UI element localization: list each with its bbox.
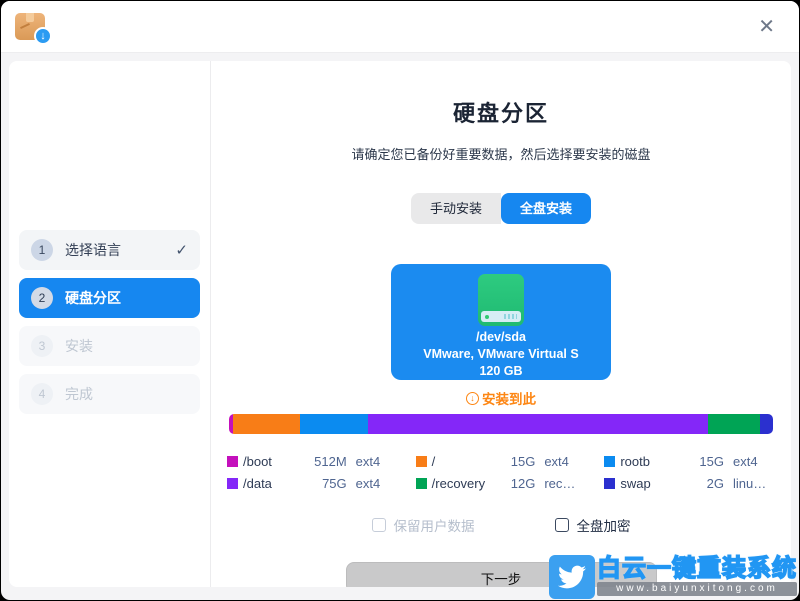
legend-item-boot: /boot 512M ext4 [227, 454, 398, 469]
install-here-indicator: ↓ 安装到此 [211, 388, 791, 408]
color-swatch [604, 478, 615, 489]
legend-item-data: /data 75G ext4 [227, 476, 398, 491]
install-here-label: 安装到此 [482, 388, 536, 408]
sidebar-item-select-language[interactable]: 1 选择语言 ✓ [19, 230, 200, 270]
color-swatch [604, 456, 615, 467]
step-number: 3 [31, 335, 53, 357]
partition-segment [233, 414, 299, 434]
step-number: 2 [31, 287, 53, 309]
disk-size: 120 GB [391, 364, 611, 378]
down-arrow-circle-icon: ↓ [466, 392, 479, 405]
tab-full-disk-install[interactable]: 全盘安装 [501, 193, 591, 224]
watermark-brand: 白云一键重装系统 [597, 555, 797, 584]
titlebar: ↓ ✕ [1, 1, 799, 53]
partition-bar [229, 414, 773, 434]
legend-item-rootb: rootb 15G ext4 [604, 454, 775, 469]
drive-led-icon [485, 315, 489, 319]
close-icon[interactable]: ✕ [758, 17, 775, 37]
full-disk-encryption-option[interactable]: 全盘加密 [555, 515, 631, 535]
page-title: 硬盘分区 [211, 96, 791, 128]
step-number: 1 [31, 239, 53, 261]
tab-manual-install[interactable]: 手动安装 [411, 193, 501, 224]
step-sidebar: 1 选择语言 ✓ 2 硬盘分区 3 安装 4 完成 [9, 61, 211, 587]
partition-segment [300, 414, 369, 434]
step-label: 选择语言 [65, 240, 121, 260]
legend-item-swap: swap 2G linu… [604, 476, 775, 491]
content-card: 1 选择语言 ✓ 2 硬盘分区 3 安装 4 完成 硬盘分区 请确定您已备份好重… [9, 61, 791, 587]
checkmark-icon: ✓ [175, 241, 188, 259]
color-swatch [416, 456, 427, 467]
legend-item-root: / 15G ext4 [416, 454, 587, 469]
disk-model: VMware, VMware Virtual S [391, 347, 611, 361]
main-panel: 硬盘分区 请确定您已备份好重要数据，然后选择要安装的磁盘 手动安装 全盘安装 /… [211, 61, 791, 587]
legend-item-recovery: /recovery 12G rec… [416, 476, 587, 491]
disk-card[interactable]: /dev/sda VMware, VMware Virtual S 120 GB [391, 264, 611, 380]
sidebar-item-finish[interactable]: 4 完成 [19, 374, 200, 414]
watermark: 白云一键重装系统 www.baiyunxitong.com [549, 555, 797, 599]
color-swatch [227, 478, 238, 489]
install-options: 保留用户数据 全盘加密 [211, 515, 791, 535]
hard-drive-icon [478, 274, 524, 326]
keep-user-data-option: 保留用户数据 [372, 515, 475, 535]
step-label: 完成 [65, 384, 93, 404]
twitter-bird-icon [549, 555, 595, 599]
install-mode-tabs: 手动安装 全盘安装 [411, 193, 591, 224]
step-number: 4 [31, 383, 53, 405]
app-package-icon: ↓ [15, 13, 45, 40]
partition-segment [760, 414, 773, 434]
keep-user-data-checkbox [372, 518, 386, 532]
step-label: 安装 [65, 336, 93, 356]
partition-segment [368, 414, 707, 434]
download-badge-icon: ↓ [34, 27, 52, 45]
color-swatch [416, 478, 427, 489]
sidebar-item-disk-partition[interactable]: 2 硬盘分区 [19, 278, 200, 318]
drive-vents-icon [504, 314, 517, 319]
partition-segment [708, 414, 760, 434]
full-disk-encryption-checkbox[interactable] [555, 518, 569, 532]
color-swatch [227, 456, 238, 467]
watermark-url: www.baiyunxitong.com [597, 582, 797, 596]
step-label: 硬盘分区 [65, 288, 121, 308]
installer-window: ↓ ✕ 1 选择语言 ✓ 2 硬盘分区 3 安装 4 完成 硬盘分 [0, 0, 800, 601]
disk-device: /dev/sda [391, 330, 611, 344]
partition-legend: /boot 512M ext4 / 15G ext4 rootb 15G ext… [227, 454, 775, 491]
sidebar-item-install[interactable]: 3 安装 [19, 326, 200, 366]
subtitle: 请确定您已备份好重要数据，然后选择要安装的磁盘 [211, 144, 791, 163]
